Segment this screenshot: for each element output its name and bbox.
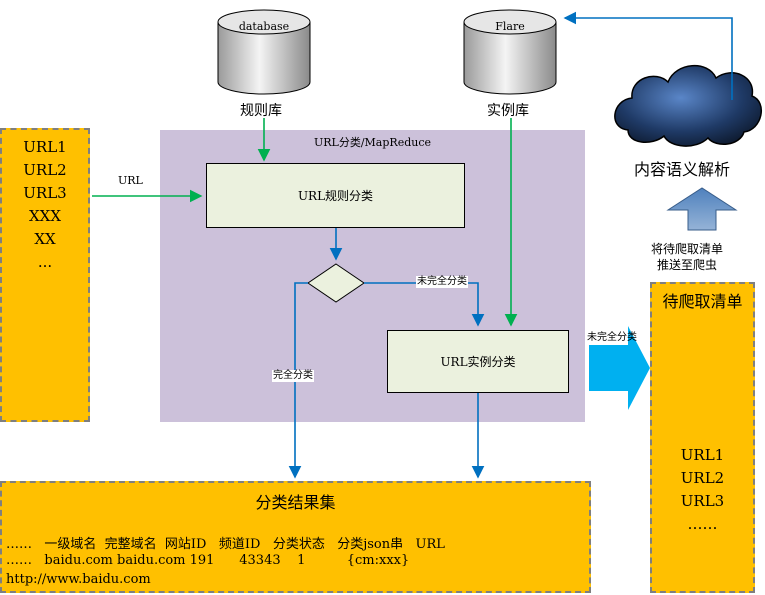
up-arrow [666, 187, 738, 231]
complete-edge-label: 完全分类 [272, 370, 314, 382]
push-note: 将待爬取清单 推送至爬虫 [651, 241, 723, 273]
flare-label: Flare [495, 20, 525, 33]
cloud-icon [614, 64, 762, 147]
diagram-canvas [92, 9, 762, 479]
mapreduce-title: URL分类/MapReduce [313, 136, 431, 149]
push-note-line: 推送至爬虫 [657, 258, 718, 272]
cloud-label: 内容语义解析 [634, 160, 731, 179]
rule-lib-label: 规则库 [240, 103, 282, 119]
decision-diamond [307, 263, 365, 303]
rule-classify-label: URL规则分类 [297, 189, 374, 203]
incomplete-edge-label: 未完全分类 [416, 276, 468, 288]
incomplete-edge-label-2: 未完全分类 [587, 332, 637, 343]
push-note-line: 将待爬取清单 [651, 242, 724, 256]
instance-lib-label: 实例库 [487, 103, 529, 119]
instance-classify-box: URL实例分类 [387, 330, 569, 393]
database-label: database [238, 20, 290, 33]
rule-classify-box: URL规则分类 [206, 163, 465, 228]
instance-classify-label: URL实例分类 [440, 355, 516, 369]
